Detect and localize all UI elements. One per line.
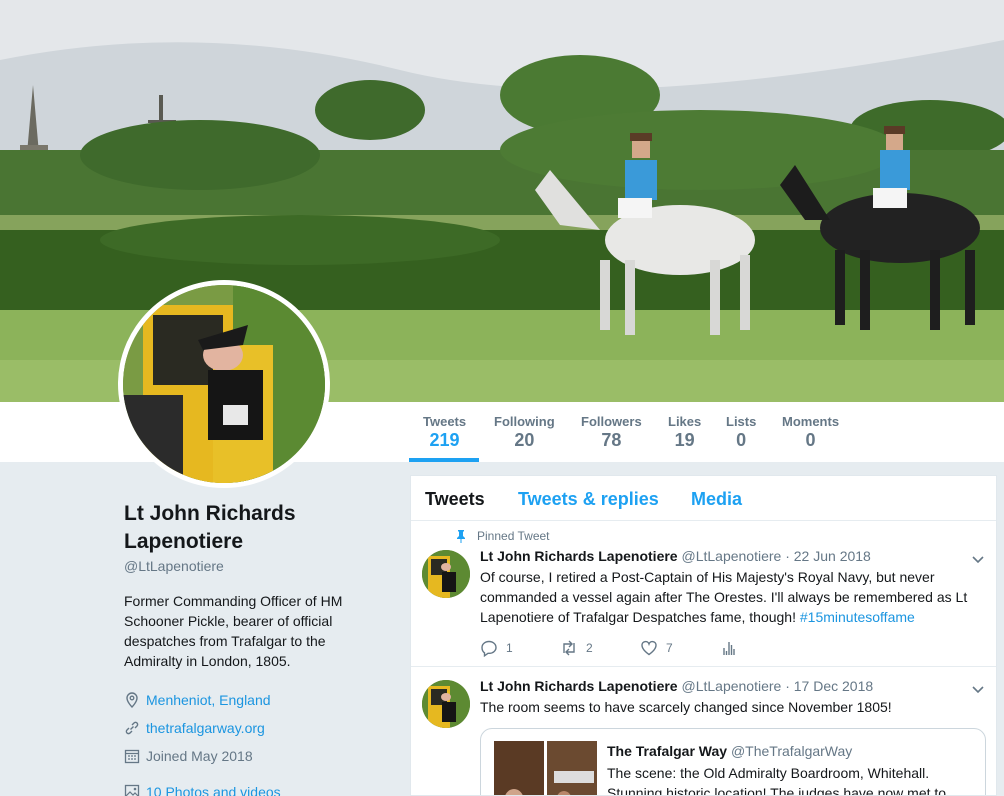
- heart-icon: [641, 640, 657, 656]
- analytics-icon: [723, 642, 735, 655]
- tweet-header: Lt John Richards Lapenotiere @LtLapenoti…: [480, 678, 873, 694]
- tweet-header: Lt John Richards Lapenotiere @LtLapenoti…: [480, 548, 871, 564]
- stat-value: 0: [736, 430, 747, 450]
- calendar-icon: [124, 749, 140, 764]
- tweet-actions: 1 2 7: [480, 639, 800, 657]
- tweet-author[interactable]: Lt John Richards Lapenotiere: [480, 548, 678, 564]
- tweet-avatar[interactable]: [422, 550, 470, 598]
- quoted-author[interactable]: The Trafalgar Way: [607, 743, 727, 759]
- profile-joined: Joined May 2018: [124, 742, 384, 770]
- stat-value: 20: [514, 430, 535, 450]
- tweet-avatar[interactable]: [422, 680, 470, 728]
- tab-tweets-replies[interactable]: Tweets & replies: [518, 489, 659, 510]
- stat-lists[interactable]: Lists 0: [726, 414, 756, 451]
- website-link[interactable]: thetrafalgarway.org: [146, 720, 265, 736]
- profile-info: Menheniot, England thetrafalgarway.org J…: [124, 686, 384, 796]
- quoted-tweet-header: The Trafalgar Way @TheTrafalgarWay: [607, 743, 852, 759]
- quoted-tweet-image[interactable]: [494, 741, 597, 796]
- tab-tweets[interactable]: Tweets: [425, 489, 485, 510]
- pinned-label: Pinned Tweet: [455, 529, 550, 543]
- retweet-button[interactable]: 2: [560, 639, 640, 657]
- stat-value: 19: [674, 430, 695, 450]
- tweet-author[interactable]: Lt John Richards Lapenotiere: [480, 678, 678, 694]
- joined-date: Joined May 2018: [146, 748, 253, 764]
- photos-link[interactable]: 10 Photos and videos: [146, 784, 281, 796]
- stat-label: Lists: [726, 414, 757, 429]
- profile-location: Menheniot, England: [124, 686, 384, 714]
- profile-website: thetrafalgarway.org: [124, 714, 384, 742]
- stat-value: 78: [601, 430, 622, 450]
- tweet-text: The room seems to have scarcely changed …: [480, 699, 892, 715]
- tweet[interactable]: Lt John Richards Lapenotiere @LtLapenoti…: [411, 667, 996, 796]
- stat-label: Moments: [782, 414, 840, 429]
- tweet-meta[interactable]: @LtLapenotiere · 17 Dec 2018: [681, 678, 873, 694]
- stat-likes[interactable]: Likes 19: [668, 414, 701, 451]
- stat-label: Followers: [581, 414, 642, 429]
- hashtag-link[interactable]: #15minutesoffame: [800, 609, 915, 625]
- retweet-icon: [563, 640, 575, 656]
- tab-media[interactable]: Media: [691, 489, 742, 510]
- profile-handle: @LtLapenotiere: [124, 558, 224, 574]
- stat-label: Following: [494, 414, 555, 429]
- analytics-button[interactable]: [720, 639, 800, 657]
- stat-following[interactable]: Following 20: [494, 414, 555, 451]
- pin-icon: [457, 530, 465, 543]
- timeline: Tweets Tweets & replies Media Pinned Twe…: [410, 475, 997, 796]
- profile-photos: 10 Photos and videos: [124, 778, 384, 796]
- stat-moments[interactable]: Moments 0: [782, 414, 839, 451]
- stat-followers[interactable]: Followers 78: [581, 414, 642, 451]
- link-icon: [125, 721, 139, 735]
- stat-value: 219: [429, 430, 460, 450]
- tweet-meta[interactable]: @LtLapenotiere · 22 Jun 2018: [681, 548, 870, 564]
- quoted-tweet[interactable]: The Trafalgar Way @TheTrafalgarWay The s…: [480, 728, 986, 796]
- quoted-handle[interactable]: @TheTrafalgarWay: [731, 743, 852, 759]
- stat-label: Tweets: [423, 414, 467, 429]
- profile-name[interactable]: Lt John Richards Lapenotiere: [124, 500, 384, 556]
- stat-tweets[interactable]: Tweets 219: [423, 414, 466, 451]
- active-tab-indicator: [409, 458, 479, 462]
- profile-avatar[interactable]: [118, 280, 330, 488]
- timeline-tabs: Tweets Tweets & replies Media: [411, 476, 996, 521]
- reply-button[interactable]: 1: [480, 639, 560, 657]
- profile-card: Lt John Richards Lapenotiere @LtLapenoti…: [124, 500, 384, 796]
- image-icon: [124, 784, 140, 796]
- like-button[interactable]: 7: [640, 639, 720, 657]
- profile-bio: Former Commanding Officer of HM Schooner…: [124, 593, 343, 669]
- chevron-down-icon[interactable]: [970, 551, 986, 567]
- tweet-text: Of course, I retired a Post-Captain of H…: [480, 569, 968, 625]
- stat-value: 0: [805, 430, 816, 450]
- stat-label: Likes: [668, 414, 702, 429]
- tweet-pinned[interactable]: Pinned Tweet Lt John Richards Lapenotier…: [411, 521, 996, 667]
- chevron-down-icon[interactable]: [970, 681, 986, 697]
- quoted-tweet-text: The scene: the Old Admiralty Boardroom, …: [607, 765, 947, 796]
- reply-icon: [481, 640, 497, 657]
- location-pin-icon: [126, 692, 138, 708]
- location-link[interactable]: Menheniot, England: [146, 692, 271, 708]
